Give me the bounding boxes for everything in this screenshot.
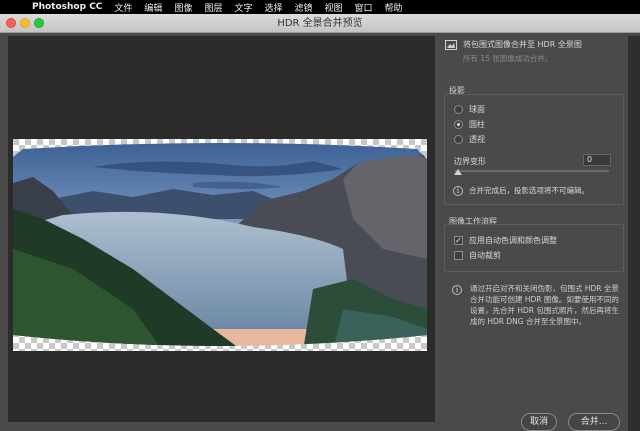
auto-crop-label: 自动裁剪 [469,251,501,260]
preview-pane [8,36,435,422]
menu-edit[interactable]: 编辑 [144,1,162,14]
projection-perspective-option[interactable]: 透视 [454,134,485,145]
menu-layer[interactable]: 图层 [204,1,222,14]
projection-cylindrical-radio[interactable] [454,120,463,129]
info-icon: i [452,285,462,295]
projection-cylindrical-label: 圆柱 [469,120,485,129]
hdr-panorama-dialog: HDR 全景合并预览 将包围式图像合并至 HDR 全景图 所有 15 张图像成功… [0,14,640,431]
projection-note: 合并完成后，投影选项将不可编辑。 [469,186,589,195]
info-icon: i [453,185,463,196]
projection-spherical-option[interactable]: 球面 [454,104,485,115]
image-icon [445,39,457,50]
settings-panel: 将包围式图像合并至 HDR 全景图 所有 15 张图像成功合并。 投影 球面 圆… [441,36,626,431]
projection-spherical-label: 球面 [469,105,485,114]
boundary-warp-slider-track[interactable] [455,170,609,172]
projection-perspective-radio[interactable] [454,135,463,144]
window-title: HDR 全景合并预览 [277,18,363,29]
merge-status: 所有 15 张图像成功合并。 [463,54,553,63]
cancel-button[interactable]: 取消 [521,413,557,431]
menu-select[interactable]: 选择 [264,1,282,14]
auto-crop-option[interactable]: 自动裁剪 [454,250,501,261]
menu-view[interactable]: 视图 [325,1,343,14]
menu-help[interactable]: 帮助 [385,1,403,14]
app-menu[interactable]: Photoshop CC [32,2,102,12]
merge-button[interactable]: 合并... [568,413,620,431]
background-app-edge [628,36,640,431]
auto-tone-label: 应用自动色调和颜色调整 [469,236,557,245]
boundary-warp-slider-thumb[interactable] [454,169,462,175]
workflow-section [444,224,624,272]
boundary-warp-input[interactable]: 0 [583,154,611,166]
boundary-warp-label: 边界变形 [454,157,486,166]
projection-cylindrical-option[interactable]: 圆柱 [454,119,485,130]
projection-perspective-label: 透视 [469,135,485,144]
menu-bar: Photoshop CC 文件 编辑 图像 图层 文字 选择 滤镜 视图 窗口 … [0,0,640,14]
auto-tone-checkbox[interactable]: ✓ [454,236,463,245]
panorama-preview-image [13,139,427,351]
title-bar: HDR 全景合并预览 [0,14,640,33]
description-text: 通过开启对齐和关闭伪影，包围式 HDR 全景合并功能可创建 HDR 图像。如要使… [470,284,619,326]
merge-heading: 将包围式图像合并至 HDR 全景图 [463,40,582,49]
menu-window[interactable]: 窗口 [355,1,373,14]
auto-tone-option[interactable]: ✓ 应用自动色调和颜色调整 [454,235,557,246]
menu-filter[interactable]: 滤镜 [295,1,313,14]
menu-type[interactable]: 文字 [234,1,252,14]
auto-crop-checkbox[interactable] [454,251,463,260]
menu-file[interactable]: 文件 [114,1,132,14]
projection-spherical-radio[interactable] [454,105,463,114]
menu-image[interactable]: 图像 [174,1,192,14]
